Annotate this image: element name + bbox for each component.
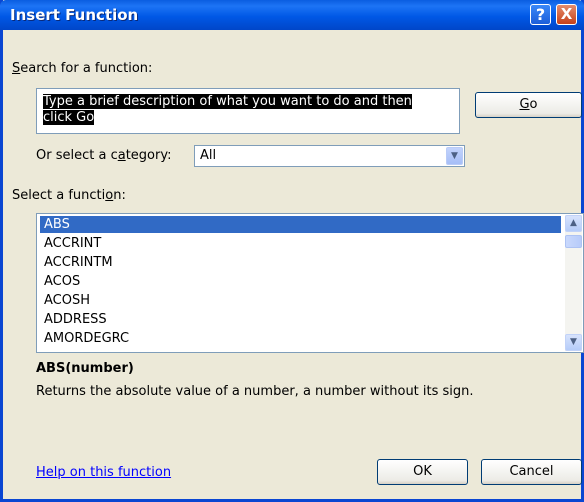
dialog-title: Insert Function	[10, 6, 139, 24]
list-item[interactable]: AMORDEGRC	[40, 330, 561, 347]
chevron-down-icon: ▼	[570, 337, 577, 347]
function-list[interactable]: ABS ACCRINT ACCRINTM ACOS ACOSH ADDRESS AMORDE…	[36, 213, 584, 353]
chevron-up-icon: ▲	[570, 218, 577, 228]
list-item[interactable]: ACCRINTM	[40, 254, 561, 271]
scroll-down-button[interactable]: ▼	[565, 334, 582, 351]
list-item[interactable]: ABS	[40, 216, 561, 233]
chevron-down-icon[interactable]: ▼	[446, 147, 463, 165]
scroll-thumb[interactable]	[565, 235, 582, 248]
close-button[interactable]: X	[556, 4, 577, 25]
help-on-function-link[interactable]: Help on this function	[36, 465, 171, 480]
list-item[interactable]: ACOS	[40, 273, 561, 290]
category-label: Or select a category:	[36, 148, 172, 163]
list-item[interactable]: ACCRINT	[40, 235, 561, 252]
search-input[interactable]: Type a brief description of what you wan…	[36, 88, 460, 134]
list-scrollbar[interactable]: ▲ ▼	[565, 215, 582, 351]
function-description: Returns the absolute value of a number, …	[36, 384, 474, 399]
search-input-text: Type a brief description of what you wan…	[43, 94, 412, 125]
insert-function-dialog: Insert Function ? X Search for a functio…	[0, 0, 584, 502]
function-syntax: ABS(number)	[36, 361, 134, 376]
ok-button[interactable]: OK	[377, 459, 468, 485]
scroll-up-button[interactable]: ▲	[565, 215, 582, 232]
function-list-label: Select a function:	[12, 188, 126, 203]
list-item[interactable]: ACOSH	[40, 292, 561, 309]
help-button[interactable]: ?	[530, 4, 551, 25]
category-select[interactable]: All ▼	[194, 145, 465, 167]
title-bar[interactable]: Insert Function ? X	[0, 0, 584, 30]
category-value: All	[200, 148, 217, 163]
list-item[interactable]: ADDRESS	[40, 311, 561, 328]
go-button[interactable]: Go	[475, 92, 582, 118]
cancel-button[interactable]: Cancel	[481, 459, 582, 485]
search-label: Search for a function:	[12, 61, 153, 76]
